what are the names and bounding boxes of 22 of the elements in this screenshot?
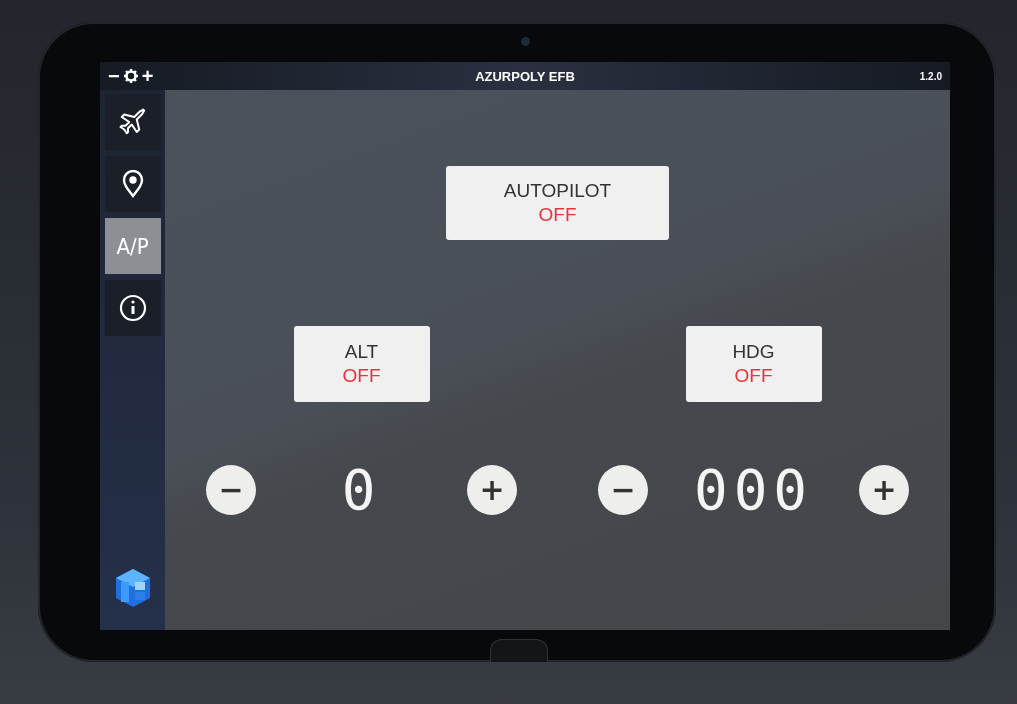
decrement-button[interactable]: − <box>206 465 256 515</box>
settings-icon[interactable] <box>123 69 138 83</box>
toggle-button[interactable]: AUTOPILOT OFF <box>446 166 669 240</box>
version-label: 1.2.0 <box>919 70 942 82</box>
sidebar-tab[interactable] <box>104 280 161 336</box>
info-icon <box>118 294 147 322</box>
airplane-icon <box>117 107 148 137</box>
toggle-button[interactable]: HDG OFF <box>685 326 822 402</box>
zoom-out-button[interactable]: − <box>108 66 120 86</box>
app-title: AZURPOLY EFB <box>475 69 575 84</box>
toggle-button[interactable]: ALT OFF <box>293 326 430 402</box>
decrement-button[interactable]: − <box>598 465 648 515</box>
increment-button[interactable]: + <box>859 465 909 515</box>
map-pin-icon <box>120 170 145 198</box>
sidebar-tab[interactable] <box>104 156 161 212</box>
sidebar-tab[interactable] <box>104 94 161 150</box>
digital-readout: 000 <box>693 462 814 518</box>
digital-readout: 0 <box>341 462 382 518</box>
zoom-in-button[interactable]: + <box>141 66 154 86</box>
app-logo-icon <box>114 568 151 608</box>
increment-button[interactable]: + <box>467 465 517 515</box>
camera-lens <box>521 37 530 46</box>
